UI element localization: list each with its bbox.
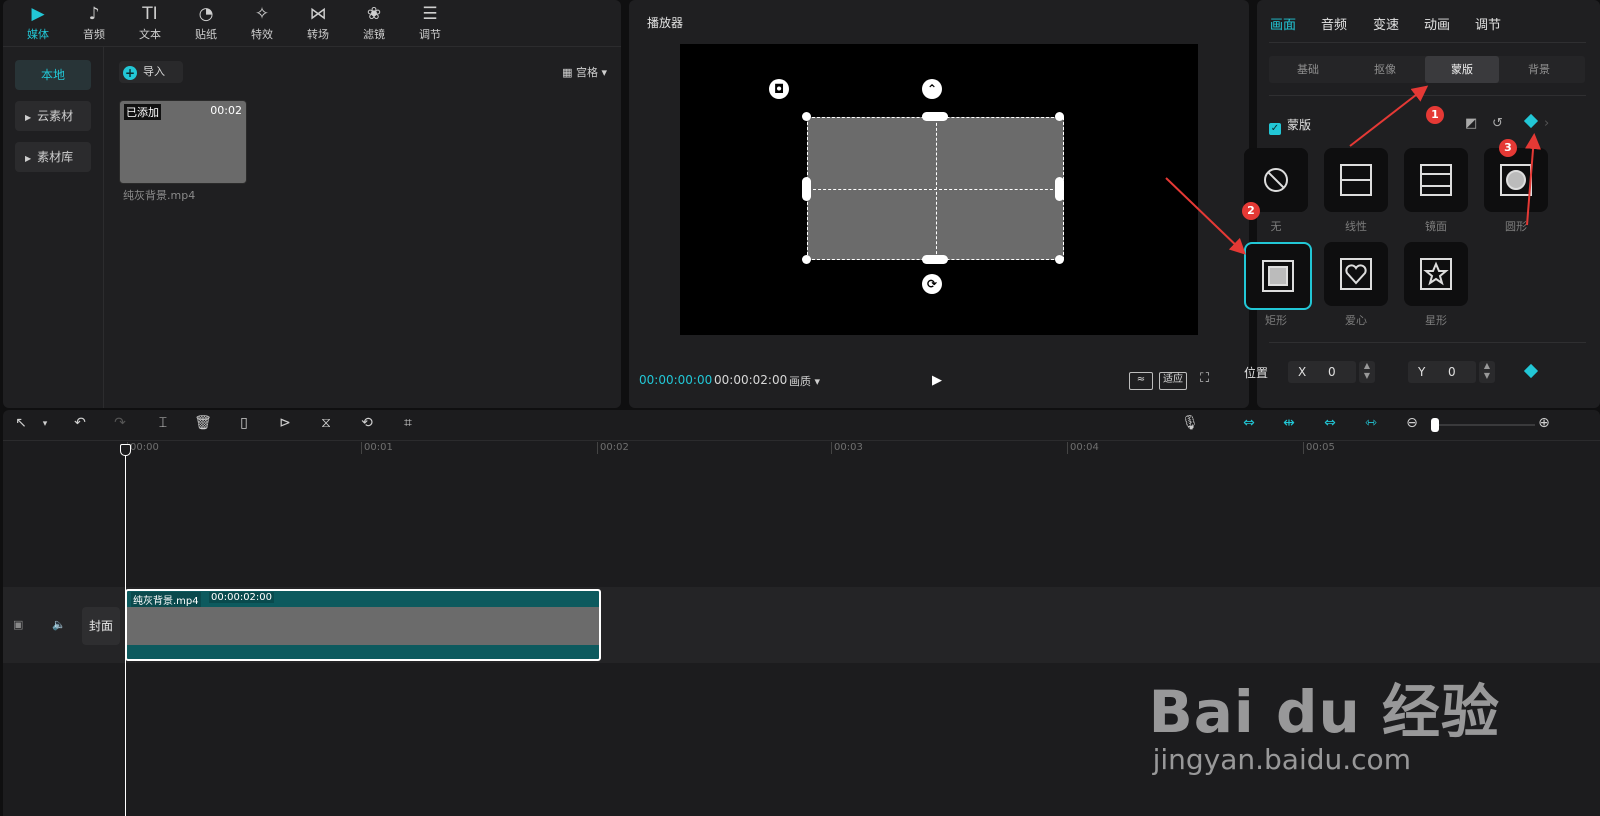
preview-axis-icon[interactable]: ⇔ <box>1318 415 1342 431</box>
clip-thumbnail-strip <box>127 607 599 645</box>
track-visibility-icon[interactable]: ▣ <box>13 618 23 631</box>
chevron-down-icon[interactable]: ▾ <box>35 419 55 429</box>
watermark-url: jingyan.baidu.com <box>1152 743 1411 776</box>
magnet-icon[interactable]: ⇔ <box>1237 415 1261 431</box>
redo-icon: ↷ <box>114 415 126 431</box>
timeline-toolbar: ↖ ▾ ↶ ↷ ⌶ 🗑 ▯ ⊳ ⧖ ⟲ ⌗ 🎙 ⇔ ⇹ ⇔ ⇿ ⊖ ⊕ <box>3 410 1600 441</box>
split-icon[interactable]: ⌶ <box>153 415 173 431</box>
playhead[interactable] <box>125 444 126 816</box>
baidu-watermark: Bai du 经验 jingyan.baidu.com <box>1149 665 1500 776</box>
reverse-play-icon[interactable]: ⊳ <box>275 415 295 431</box>
clip-name: 纯灰背景.mp4 <box>131 592 201 607</box>
annotation-badge-3: 3 <box>1499 139 1517 157</box>
cover-button[interactable]: 封面 <box>82 607 120 645</box>
ruler-tick: 00:02 <box>597 442 629 454</box>
undo-icon[interactable]: ↶ <box>70 415 90 431</box>
ruler-tick: 00:00 <box>127 442 159 454</box>
ruler-tick: 00:04 <box>1067 442 1099 454</box>
arrow-2 <box>1165 177 1246 255</box>
timeline-clip[interactable]: 纯灰背景.mp4 00:00:02:00 <box>125 589 601 661</box>
crop-icon[interactable]: ⌗ <box>398 415 418 431</box>
zoom-in-icon[interactable]: ⊕ <box>1534 415 1554 431</box>
time-ruler[interactable]: 00:00 00:01 00:02 00:03 00:04 00:05 <box>123 440 1600 456</box>
ruler-tick: 00:01 <box>361 442 393 454</box>
zoom-slider-thumb[interactable] <box>1431 418 1439 432</box>
mirror-icon[interactable]: ⧖ <box>316 415 336 431</box>
ruler-tick: 00:05 <box>1303 442 1335 454</box>
freeze-icon[interactable]: ▯ <box>234 415 254 431</box>
watermark-brand: Bai du 经验 <box>1148 678 1500 746</box>
clip-length: 00:00:02:00 <box>209 592 275 603</box>
zoom-out-icon[interactable]: ⊖ <box>1402 415 1422 431</box>
playhead-handle[interactable] <box>120 444 131 456</box>
snap-icon[interactable]: ⇿ <box>1359 415 1383 431</box>
speaker-icon[interactable]: 🔈 <box>52 618 66 631</box>
arrow-3 <box>1525 133 1542 226</box>
arrow-1 <box>1349 85 1429 147</box>
ruler-tick: 00:03 <box>831 442 863 454</box>
microphone-icon[interactable]: 🎙 <box>1180 415 1200 431</box>
link-icon[interactable]: ⇹ <box>1277 415 1301 431</box>
zoom-slider-track[interactable] <box>1435 424 1535 426</box>
delete-icon[interactable]: 🗑 <box>193 415 213 431</box>
annotation-badge-2: 2 <box>1242 202 1260 220</box>
rotate-clip-icon[interactable]: ⟲ <box>357 415 377 431</box>
select-tool-icon[interactable]: ↖ <box>11 415 31 431</box>
annotation-badge-1: 1 <box>1426 106 1444 124</box>
